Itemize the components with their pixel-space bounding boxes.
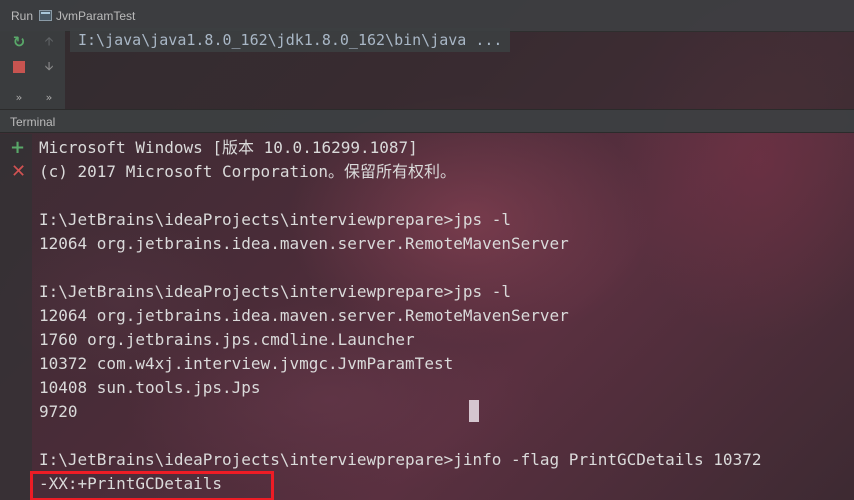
terminal-toolbar xyxy=(0,134,32,500)
terminal-cursor xyxy=(469,400,479,422)
terminal-line: 10408 sun.tools.jps.Jps xyxy=(39,378,261,397)
ide-window: Run JvmParamTest ↻ 🡩 🡫 » » I:\java\java1… xyxy=(0,0,854,500)
terminal-output[interactable]: Microsoft Windows [版本 10.0.16299.1087] (… xyxy=(39,136,761,496)
close-icon[interactable]: ✕ xyxy=(11,163,26,181)
run-config-icon xyxy=(39,10,53,21)
rerun-icon[interactable]: ↻ xyxy=(9,32,29,52)
highlight-annotation xyxy=(30,471,274,500)
arrow-down-icon[interactable]: 🡫 xyxy=(39,57,59,77)
terminal-line: 1760 org.jetbrains.jps.cmdline.Launcher xyxy=(39,330,415,349)
terminal-header[interactable]: Terminal xyxy=(0,109,854,133)
terminal-line: I:\JetBrains\ideaProjects\interviewprepa… xyxy=(39,210,512,229)
arrow-up-icon[interactable]: 🡩 xyxy=(39,32,59,52)
terminal-line: Microsoft Windows [版本 10.0.16299.1087] xyxy=(39,138,418,157)
terminal-line: 10372 com.w4xj.interview.jvmgc.JvmParamT… xyxy=(39,354,454,373)
more-actions-left[interactable]: » xyxy=(9,87,29,107)
run-output-line: I:\java\java1.8.0_162\jdk1.8.0_162\bin\j… xyxy=(70,28,511,52)
plus-icon[interactable]: + xyxy=(10,139,25,157)
more-actions-right[interactable]: » xyxy=(39,87,59,107)
terminal-line: I:\JetBrains\ideaProjects\interviewprepa… xyxy=(39,282,512,301)
run-label: Run xyxy=(11,8,34,23)
terminal-line: 9720 xyxy=(39,402,78,421)
terminal-line: 12064 org.jetbrains.idea.maven.server.Re… xyxy=(39,234,569,253)
terminal-line: 12064 org.jetbrains.idea.maven.server.Re… xyxy=(39,306,569,325)
stop-icon[interactable] xyxy=(9,57,29,77)
terminal-line: I:\JetBrains\ideaProjects\interviewprepa… xyxy=(39,450,762,469)
terminal-line: (c) 2017 Microsoft Corporation。保留所有权利。 xyxy=(39,162,456,181)
run-tab-title[interactable]: JvmParamTest xyxy=(56,9,135,23)
